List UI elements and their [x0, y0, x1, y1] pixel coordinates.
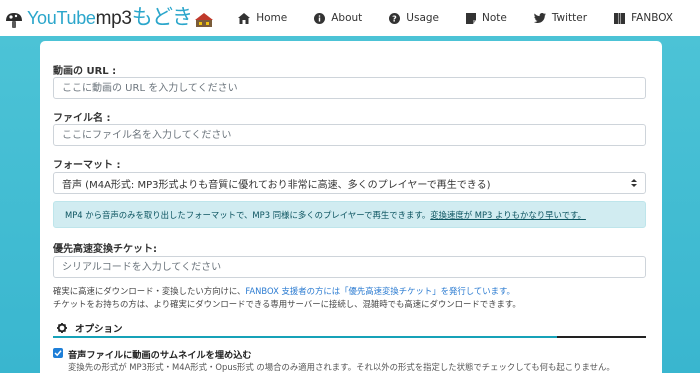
- conversion-progress-bar: [53, 336, 646, 338]
- ticket-label: 優先高速変換チケット:: [53, 244, 157, 255]
- thumbnail-checkbox[interactable]: [53, 348, 63, 358]
- fanbox-icon: [614, 12, 626, 24]
- nav-note-label: Note: [482, 12, 507, 24]
- format-info-text: MP4 から音声のみを取り出したフォーマットで、MP3 同様に多くのプレイヤーで…: [65, 209, 431, 220]
- home-icon: [238, 12, 251, 24]
- nav-home-label: Home: [256, 12, 288, 24]
- nav-twitter[interactable]: Twitter: [533, 12, 588, 24]
- nav-fanbox[interactable]: FANBOX: [614, 12, 673, 24]
- url-input[interactable]: [53, 77, 646, 99]
- nav-home[interactable]: Home: [238, 12, 287, 24]
- svg-text:?: ?: [392, 14, 397, 23]
- nav-usage[interactable]: ? Usage: [389, 12, 439, 24]
- format-info-underlined: 変換速度が MP3 よりもかなり早いです。: [430, 209, 586, 220]
- format-select[interactable]: 音声 (M4A形式: MP3形式よりも音質に優れており非常に高速、多くのプレイヤ…: [53, 172, 646, 194]
- brand-text: YouTubemp3もどき: [27, 5, 193, 29]
- nav-about-label: About: [331, 12, 363, 24]
- ticket-note-line1: 確実に高速にダウンロード・変換したい方向けに、FANBOX 支援者の方には「優先…: [53, 285, 515, 297]
- ticket-note-line2: チケットをお持ちの方は、より確実にダウンロードできる専用サーバーに接続し、混雑時…: [53, 299, 521, 309]
- filename-label: ファイル名 :: [53, 113, 111, 124]
- format-label: フォーマット :: [53, 160, 121, 171]
- ticket-input[interactable]: [53, 256, 646, 278]
- mushroom-logo-icon: [4, 10, 24, 30]
- progress-fill: [53, 336, 558, 338]
- note-icon: [466, 12, 477, 24]
- ticket-note-text: 確実に高速にダウンロード・変換したい方向けに、: [53, 286, 246, 296]
- brand-deco-icon: [194, 12, 213, 28]
- info-icon: [314, 12, 326, 24]
- options-label: オプション: [75, 324, 123, 335]
- format-info-alert: MP4 から音声のみを取り出したフォーマットで、MP3 同様に多くのプレイヤーで…: [53, 201, 646, 228]
- gear-icon: [57, 323, 67, 333]
- nav-fanbox-label: FANBOX: [631, 12, 673, 24]
- fanbox-ticket-link[interactable]: FANBOX 支援者の方には「優先高速変換チケット」を発行しています。: [245, 286, 515, 296]
- navbar: YouTubemp3もどき Home About ? Usage Note Tw…: [0, 0, 700, 36]
- format-selected-value: 音声 (M4A形式: MP3形式よりも音質に優れており非常に高速、多くのプレイヤ…: [62, 179, 491, 191]
- filename-input[interactable]: [53, 124, 646, 146]
- thumbnail-help-text: 変換先の形式が MP3形式・M4A形式・Opus形式 の場合のみ適用されます。そ…: [68, 362, 615, 372]
- select-caret-icon: [631, 179, 637, 187]
- brand-logo[interactable]: YouTubemp3もどき: [4, 5, 213, 31]
- nav-usage-label: Usage: [406, 12, 440, 24]
- thumbnail-checkbox-label[interactable]: 音声ファイルに動画のサムネイルを埋め込む: [68, 347, 252, 361]
- checkmark-icon: [54, 350, 62, 357]
- question-icon: ?: [389, 12, 401, 24]
- nav-twitter-label: Twitter: [551, 12, 588, 24]
- main-nav: Home About ? Usage Note Twitter FANBOX: [238, 0, 700, 36]
- nav-about[interactable]: About: [314, 12, 362, 24]
- url-label: 動画の URL :: [53, 66, 117, 77]
- twitter-icon: [533, 13, 546, 23]
- nav-note[interactable]: Note: [466, 12, 507, 24]
